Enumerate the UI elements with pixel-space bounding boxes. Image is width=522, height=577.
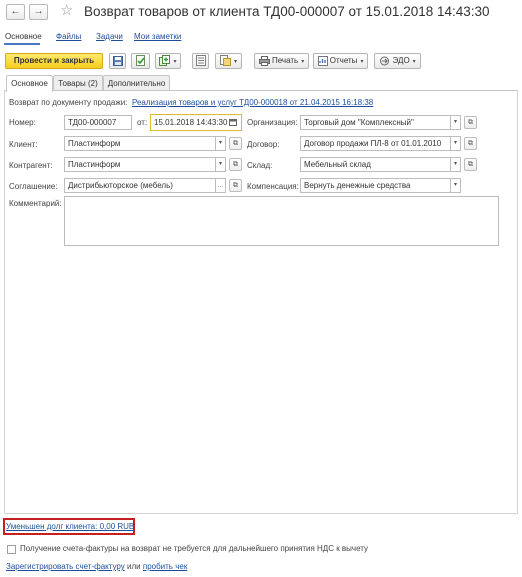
calendar-icon[interactable] [229,118,237,126]
nav-main[interactable]: Основное [5,32,42,41]
print-button[interactable]: Печать ▾ [254,53,309,69]
nav-tasks[interactable]: Задачи [96,32,123,41]
compensation-field[interactable]: Вернуть денежные средства [300,178,451,193]
number-label: Номер: [9,118,36,127]
return-doc-link[interactable]: Реализация товаров и услуг ТД00-000018 о… [132,98,373,108]
print-button-label: Печать [272,56,299,65]
org-field[interactable]: Торговый дом "Комплексный" [300,115,451,130]
agreement-field[interactable]: Дистрибьюторское (мебель) [64,178,216,193]
back-button[interactable]: ← [6,4,25,20]
counterparty-select-icon[interactable]: ▾ [216,157,226,172]
tab-extra[interactable]: Дополнительно [103,75,170,91]
arrow-left-icon: ← [10,6,21,17]
tab-content-frame [4,90,518,514]
contract-select-icon[interactable]: ▾ [451,136,461,151]
compensation-label: Компенсация: [247,182,299,191]
chevron-down-icon: ▾ [301,59,305,65]
date-value: 15.01.2018 14:43:30 [154,118,228,127]
forward-button[interactable]: → [29,4,48,20]
post-document-icon [136,55,145,67]
chevron-down-icon: ▾ [233,59,237,65]
related-documents-icon [219,55,231,67]
punch-receipt-link[interactable]: пробить чек [143,562,187,571]
reports-button[interactable]: Отчеты ▾ [313,53,368,69]
window-title: Возврат товаров от клиента ТД00-000007 о… [84,4,490,19]
nav-notes[interactable]: Мои заметки [134,32,181,41]
create-based-on-icon [159,55,171,67]
warehouse-select-icon[interactable]: ▾ [451,157,461,172]
number-field[interactable]: ТД00-000007 [64,115,132,130]
post-button[interactable] [131,53,150,69]
date-field[interactable]: 15.01.2018 14:43:30 [150,114,242,131]
edo-icon [380,56,390,66]
agreement-more-icon[interactable]: ... [216,178,226,193]
agreement-open-icon[interactable]: ⧉ [229,179,242,192]
contract-label: Договор: [247,140,280,149]
register-invoice-link[interactable]: Зарегистрировать счет-фактуру [6,562,125,571]
save-button[interactable] [109,53,126,69]
invoice-not-required-checkbox[interactable] [7,545,16,554]
or-text: или [127,562,141,571]
counterparty-field[interactable]: Пластинформ [64,157,216,172]
compensation-select-icon[interactable]: ▾ [451,178,461,193]
org-label: Организация: [247,118,298,127]
contract-field[interactable]: Договор продажи ПЛ-8 от 01.01.2010 [300,136,451,151]
reports-icon [317,55,328,66]
comment-label: Комментарий: [9,199,62,208]
agreement-label: Соглашение: [9,182,58,191]
chevron-down-icon: ▾ [412,59,416,65]
create-based-on-button[interactable]: ▾ [155,53,181,69]
client-select-icon[interactable]: ▾ [216,136,226,151]
save-icon [112,55,123,66]
chevron-down-icon: ▾ [360,59,364,65]
warehouse-field[interactable]: Мебельный склад [300,157,451,172]
chevron-down-icon: ▾ [173,59,177,65]
list-icon [195,55,206,67]
date-label: от: [137,118,148,127]
nav-files[interactable]: Файлы [56,32,81,41]
org-open-icon[interactable]: ⧉ [464,116,477,129]
comment-textarea[interactable] [64,196,499,246]
contract-open-icon[interactable]: ⧉ [464,137,477,150]
tab-goods[interactable]: Товары (2) [53,75,103,91]
client-field[interactable]: Пластинформ [64,136,216,151]
client-debt-link[interactable]: Уменьшен долг клиента: 0,00 RUB [6,522,134,532]
counterparty-open-icon[interactable]: ⧉ [229,158,242,171]
tab-main[interactable]: Основное [6,75,53,92]
nav-main-underline [4,43,40,45]
printer-icon [258,55,270,66]
footer-actions: Зарегистрировать счет-фактуру или пробит… [6,562,187,572]
client-open-icon[interactable]: ⧉ [229,137,242,150]
edo-button[interactable]: ЭДО ▾ [374,53,421,69]
invoice-not-required-label: Получение счета-фактуры на возврат не тр… [20,544,369,553]
return-doc-label: Возврат по документу продажи: [9,98,128,107]
favorite-star-icon[interactable]: ☆ [60,2,73,20]
client-label: Клиент: [9,140,38,149]
warehouse-label: Склад: [247,161,273,170]
post-and-close-button[interactable]: Провести и закрыть [5,53,103,69]
reports-button-label: Отчеты [329,56,358,65]
org-select-icon[interactable]: ▾ [451,115,461,130]
document-list-button[interactable] [192,53,209,69]
warehouse-open-icon[interactable]: ⧉ [464,158,477,171]
counterparty-label: Контрагент: [9,161,53,170]
edo-button-label: ЭДО [392,56,410,65]
related-documents-button[interactable]: ▾ [215,53,242,69]
arrow-right-icon: → [33,6,44,17]
